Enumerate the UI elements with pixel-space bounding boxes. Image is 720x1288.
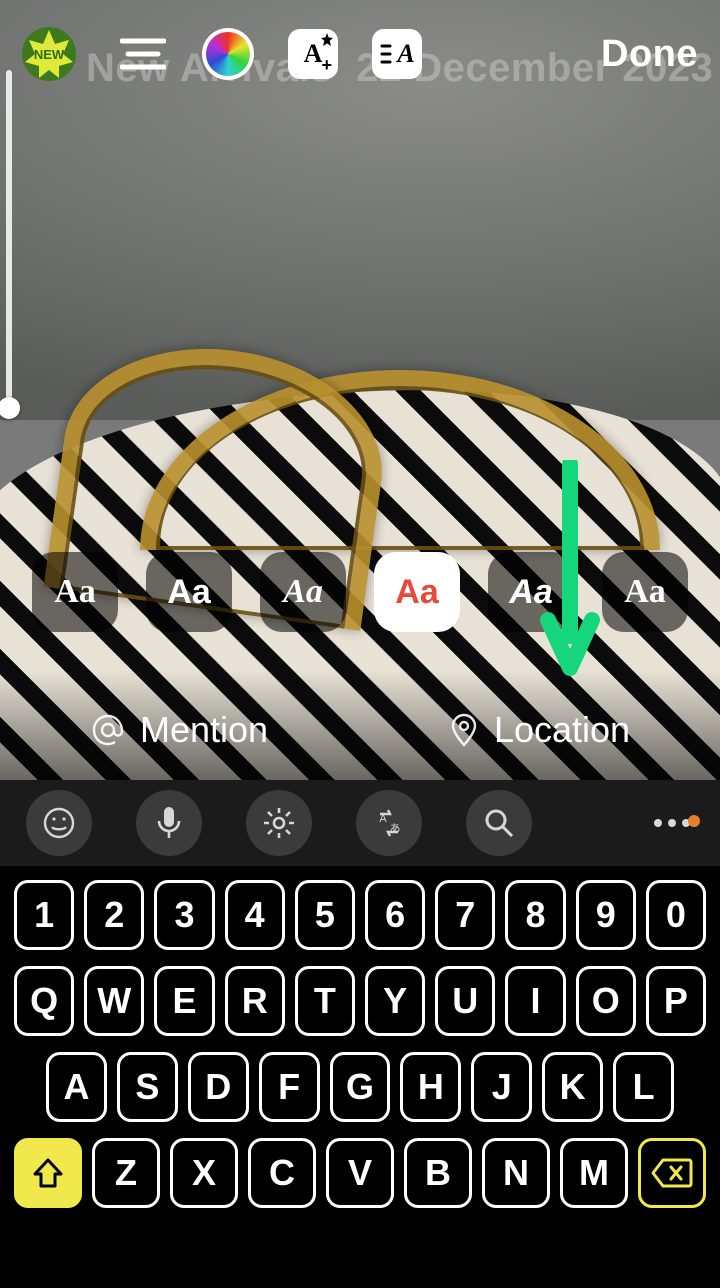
font-style-option-3[interactable]: Aa: [260, 552, 346, 632]
key-v[interactable]: V: [326, 1138, 394, 1208]
font-style-option-2[interactable]: Aa: [146, 552, 232, 632]
keyboard-row-zxcv: Z X C V B N M: [14, 1138, 706, 1208]
font-style-option-6[interactable]: Aa: [602, 552, 688, 632]
key-3[interactable]: 3: [154, 880, 214, 950]
key-p[interactable]: P: [646, 966, 706, 1036]
mention-button[interactable]: Mention: [0, 709, 360, 751]
key-y[interactable]: Y: [365, 966, 425, 1036]
key-r[interactable]: R: [225, 966, 285, 1036]
key-a[interactable]: A: [46, 1052, 107, 1122]
on-screen-keyboard: 1 2 3 4 5 6 7 8 9 0 Q W E R T Y U I O P …: [0, 866, 720, 1288]
mention-label: Mention: [140, 709, 268, 751]
key-u[interactable]: U: [435, 966, 495, 1036]
key-h[interactable]: H: [400, 1052, 461, 1122]
emoji-button[interactable]: [26, 790, 92, 856]
key-k[interactable]: K: [542, 1052, 603, 1122]
key-2[interactable]: 2: [84, 880, 144, 950]
key-9[interactable]: 9: [576, 880, 636, 950]
color-picker-button[interactable]: [202, 28, 254, 80]
key-5[interactable]: 5: [295, 880, 355, 950]
key-z[interactable]: Z: [92, 1138, 160, 1208]
keyboard-search-button[interactable]: [466, 790, 532, 856]
key-s[interactable]: S: [117, 1052, 178, 1122]
key-x[interactable]: X: [170, 1138, 238, 1208]
key-i[interactable]: I: [505, 966, 565, 1036]
key-shift[interactable]: [14, 1138, 82, 1208]
keyboard-row-numbers: 1 2 3 4 5 6 7 8 9 0: [14, 880, 706, 950]
key-j[interactable]: J: [471, 1052, 532, 1122]
key-l[interactable]: L: [613, 1052, 674, 1122]
key-c[interactable]: C: [248, 1138, 316, 1208]
text-style-button[interactable]: A +: [288, 29, 338, 79]
key-w[interactable]: W: [84, 966, 144, 1036]
text-align-button[interactable]: [118, 29, 168, 79]
story-suggestion-bar: Mention Location: [0, 682, 720, 778]
key-o[interactable]: O: [576, 966, 636, 1036]
key-g[interactable]: G: [330, 1052, 391, 1122]
voice-input-button[interactable]: [136, 790, 202, 856]
font-style-option-5[interactable]: Aa: [488, 552, 574, 632]
keyboard-more-button[interactable]: [650, 819, 694, 827]
key-n[interactable]: N: [482, 1138, 550, 1208]
key-t[interactable]: T: [295, 966, 355, 1036]
key-f[interactable]: F: [259, 1052, 320, 1122]
key-7[interactable]: 7: [435, 880, 495, 950]
font-style-option-4[interactable]: Aa: [374, 552, 460, 632]
key-0[interactable]: 0: [646, 880, 706, 950]
notification-dot-icon: [688, 815, 700, 827]
key-d[interactable]: D: [188, 1052, 249, 1122]
key-6[interactable]: 6: [365, 880, 425, 950]
svg-text:A: A: [379, 813, 387, 825]
location-button[interactable]: Location: [360, 709, 720, 751]
text-size-slider[interactable]: [6, 70, 12, 415]
story-background: [0, 0, 720, 780]
text-effect-button[interactable]: A: [372, 29, 422, 79]
location-label: Location: [494, 709, 630, 751]
key-4[interactable]: 4: [225, 880, 285, 950]
key-m[interactable]: M: [560, 1138, 628, 1208]
font-style-option-1[interactable]: Aa: [32, 552, 118, 632]
keyboard-settings-button[interactable]: [246, 790, 312, 856]
keyboard-row-asdf: A S D F G H J K L: [14, 1052, 706, 1122]
new-badge-icon: NEW: [22, 27, 76, 81]
font-style-picker: Aa Aa Aa Aa Aa Aa: [0, 552, 720, 632]
key-1[interactable]: 1: [14, 880, 74, 950]
key-backspace[interactable]: [638, 1138, 706, 1208]
key-8[interactable]: 8: [505, 880, 565, 950]
svg-text:あ: あ: [390, 822, 401, 835]
keyboard-toolbar: Aあ: [0, 780, 720, 866]
text-editor-toolbar: NEW A + A Done: [0, 14, 720, 94]
svg-text:NEW: NEW: [34, 47, 65, 62]
keyboard-row-qwerty: Q W E R T Y U I O P: [14, 966, 706, 1036]
key-e[interactable]: E: [154, 966, 214, 1036]
key-b[interactable]: B: [404, 1138, 472, 1208]
translate-button[interactable]: Aあ: [356, 790, 422, 856]
done-button[interactable]: Done: [601, 33, 698, 76]
key-q[interactable]: Q: [14, 966, 74, 1036]
